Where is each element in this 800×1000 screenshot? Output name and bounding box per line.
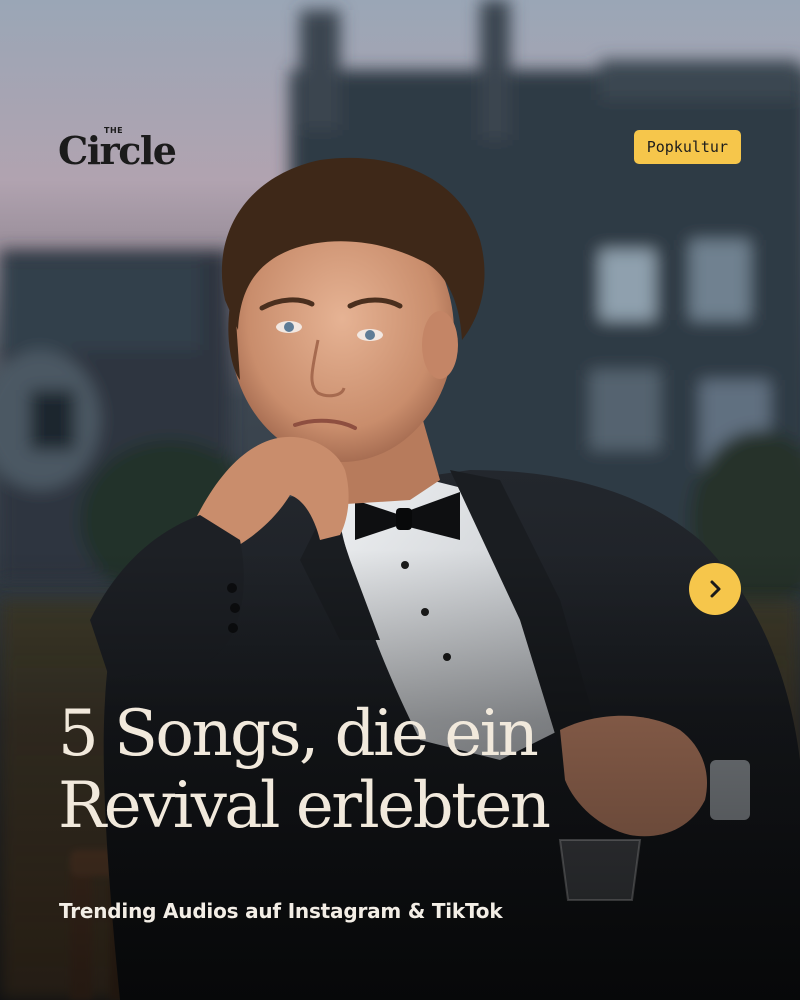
- headline-line-1: 5 Songs, die ein: [58, 697, 539, 771]
- post-card: THE Circle Popkultur 5 Songs, die ein Re…: [0, 0, 800, 1000]
- chevron-right-icon: [710, 580, 721, 598]
- brand-logo: THE Circle: [58, 126, 177, 178]
- category-tag[interactable]: Popkultur: [633, 130, 741, 164]
- brand-logo-main: Circle: [58, 128, 177, 173]
- headline: 5 Songs, die ein Revival erlebten: [58, 698, 758, 842]
- next-slide-button[interactable]: [689, 563, 741, 615]
- headline-line-2: Revival erlebten: [58, 769, 551, 843]
- subheadline: Trending Audios auf Instagram & TikTok: [59, 899, 503, 923]
